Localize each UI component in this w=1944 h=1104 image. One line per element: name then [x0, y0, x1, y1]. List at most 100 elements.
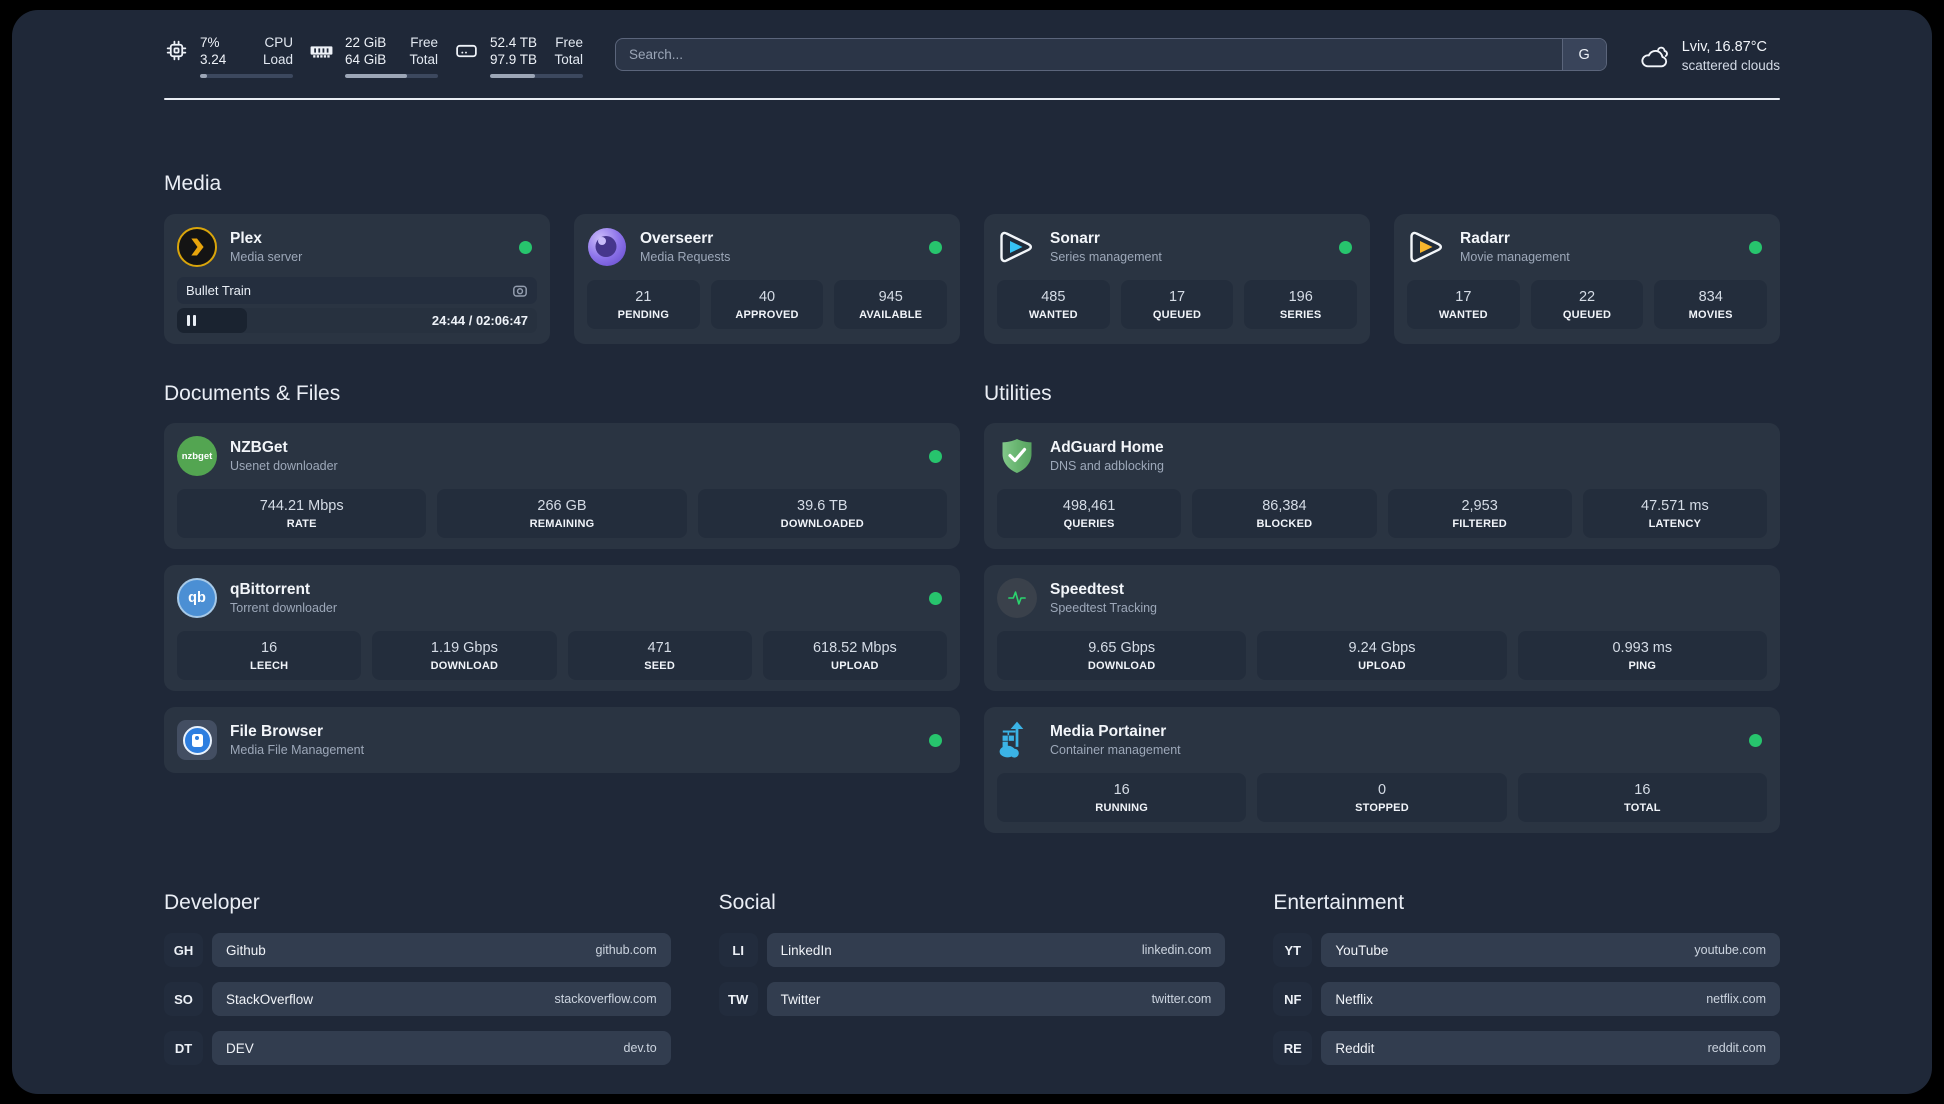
sonarr-icon: [997, 227, 1037, 267]
section-heading-utilities: Utilities: [984, 382, 1052, 405]
ram-icon: [310, 46, 333, 58]
stat-queued: 17 QUEUED: [1120, 280, 1234, 329]
adguard-icon: [997, 436, 1037, 476]
stat-value: 471: [647, 640, 672, 656]
link-tag[interactable]: LI: [718, 933, 758, 967]
link-url: github.com: [595, 943, 657, 957]
status-online-dot: [929, 240, 942, 254]
stat-available: 945 AVAILABLE: [834, 280, 948, 329]
link-name: LinkedIn: [780, 942, 832, 958]
section-heading-documents: Documents & Files: [164, 382, 341, 405]
qbittorrent-icon: qb: [177, 578, 217, 618]
adguard-card[interactable]: AdGuard Home DNS and adblocking 498,461 Q…: [984, 423, 1780, 549]
qbittorrent-card[interactable]: qb qBittorrent Torrent downloader 16 LEEC…: [164, 565, 960, 691]
stat-label: DOWNLOADED: [780, 518, 864, 530]
stat-label: QUEUED: [1152, 309, 1202, 321]
stat-value: 17: [1168, 289, 1186, 305]
stat-wanted: 485 WANTED: [997, 280, 1110, 329]
status-online-dot: [1339, 240, 1352, 254]
app-subtitle: Container management: [1050, 742, 1181, 757]
stat-queries: 498,461 QUERIES: [997, 489, 1182, 538]
app-title: Sonarr: [1050, 229, 1100, 247]
link-dev[interactable]: DT DEV dev.to: [164, 1031, 671, 1065]
stat-seed: 471 SEED: [567, 631, 752, 680]
stat-label: RATE: [286, 518, 317, 530]
link-url: reddit.com: [1707, 1041, 1766, 1055]
link-stackoverflow[interactable]: SO StackOverflow stackoverflow.com: [164, 982, 671, 1016]
top-bar: 7% CPU 3.24 Load 22 GiB Free 64 GiB Total: [164, 10, 1780, 78]
link-tag[interactable]: DT: [164, 1031, 203, 1065]
cpu-widget: 7% CPU 3.24 Load: [164, 34, 293, 78]
stat-rate: 744.21 Mbps RATE: [177, 489, 427, 538]
stat-value: 0.993 ms: [1612, 640, 1673, 656]
app-subtitle: Usenet downloader: [230, 458, 338, 473]
stat-value: 16: [1634, 782, 1651, 798]
stat-ping: 0.993 ms PING: [1517, 631, 1767, 680]
link-youtube[interactable]: YT YouTube youtube.com: [1273, 933, 1780, 967]
disk-total-value: 97.9 TB: [490, 52, 538, 67]
search-input[interactable]: [615, 38, 1607, 71]
stat-label: FILTERED: [1452, 518, 1507, 530]
media-cards-row: Plex Media server Bullet Train 24:44 / 0…: [164, 214, 1780, 344]
app-subtitle: DNS and adblocking: [1050, 458, 1164, 473]
link-reddit[interactable]: RE Reddit reddit.com: [1273, 1031, 1780, 1065]
stat-label: SEED: [644, 660, 675, 672]
pause-icon[interactable]: [187, 315, 196, 326]
section-heading-social: Social: [718, 891, 776, 914]
disk-free-value: 52.4 TB: [490, 35, 538, 50]
stat-label: LEECH: [249, 660, 289, 672]
link-tag[interactable]: RE: [1273, 1031, 1313, 1065]
stat-stopped: 0 STOPPED: [1257, 773, 1507, 822]
portainer-card[interactable]: Media Portainer Container management 16 R…: [984, 707, 1780, 833]
stat-value: 47.571 ms: [1641, 498, 1709, 514]
search-engine-button[interactable]: G: [1561, 39, 1606, 70]
scattered-clouds-icon: [1641, 46, 1668, 68]
stat-label: QUERIES: [1063, 518, 1115, 530]
stat-value: 86,384: [1262, 498, 1307, 514]
app-title: NZBGet: [230, 438, 288, 456]
link-tag[interactable]: TW: [718, 982, 758, 1016]
section-heading-entertainment: Entertainment: [1273, 891, 1405, 914]
speedtest-card[interactable]: Speedtest Speedtest Tracking 9.65 Gbps DO…: [984, 565, 1780, 691]
session-camera-icon[interactable]: [512, 283, 528, 299]
disk-icon: [456, 44, 477, 58]
link-url: netflix.com: [1706, 992, 1766, 1006]
link-tag[interactable]: SO: [164, 982, 203, 1016]
memory-free-label: Free: [410, 35, 438, 50]
entertainment-links-column: Entertainment YT YouTube youtube.com NF N…: [1273, 889, 1780, 1080]
stat-blocked: 86,384 BLOCKED: [1192, 489, 1377, 538]
overseerr-card[interactable]: Overseerr Media Requests 21 PENDING 40 APP…: [574, 214, 960, 344]
link-name: Netflix: [1335, 991, 1373, 1007]
radarr-card[interactable]: Radarr Movie management 17 WANTED 22 QUEUE…: [1394, 214, 1780, 344]
memory-free-value: 22 GiB: [345, 35, 387, 50]
stat-label: RUNNING: [1095, 802, 1149, 814]
dashboard-panel: 7% CPU 3.24 Load 22 GiB Free 64 GiB Total: [12, 10, 1932, 1094]
link-github[interactable]: GH Github github.com: [164, 933, 671, 967]
app-subtitle: Series management: [1050, 249, 1162, 264]
link-tag[interactable]: YT: [1273, 933, 1313, 967]
app-title: Media Portainer: [1050, 722, 1167, 740]
link-url: linkedin.com: [1141, 943, 1212, 957]
playback-time: 24:44 / 02:06:47: [431, 313, 528, 328]
plex-card[interactable]: Plex Media server Bullet Train 24:44 / 0…: [164, 214, 550, 344]
section-heading-developer: Developer: [164, 891, 260, 914]
search-bar: G: [615, 38, 1607, 71]
memory-progress-track: [345, 74, 438, 78]
app-subtitle: Movie management: [1460, 249, 1570, 264]
link-tag[interactable]: GH: [164, 933, 203, 967]
stat-label: MOVIES: [1688, 309, 1733, 321]
sonarr-card[interactable]: Sonarr Series management 485 WANTED 17 QUE…: [984, 214, 1370, 344]
link-linkedin[interactable]: LI LinkedIn linkedin.com: [718, 933, 1226, 967]
stat-value: 618.52 Mbps: [812, 640, 897, 656]
filebrowser-card[interactable]: File Browser Media File Management: [164, 707, 960, 773]
stat-movies: 834 MOVIES: [1654, 280, 1768, 329]
app-subtitle: Media Requests: [640, 249, 731, 264]
stat-value: 21: [635, 289, 652, 305]
app-subtitle: Media server: [230, 249, 303, 264]
memory-total-value: 64 GiB: [345, 52, 387, 67]
disk-free-label: Free: [555, 35, 583, 50]
link-netflix[interactable]: NF Netflix netflix.com: [1273, 982, 1780, 1016]
nzbget-card[interactable]: nzbget NZBGet Usenet downloader 744.21 M…: [164, 423, 960, 549]
link-twitter[interactable]: TW Twitter twitter.com: [718, 982, 1226, 1016]
link-tag[interactable]: NF: [1273, 982, 1313, 1016]
